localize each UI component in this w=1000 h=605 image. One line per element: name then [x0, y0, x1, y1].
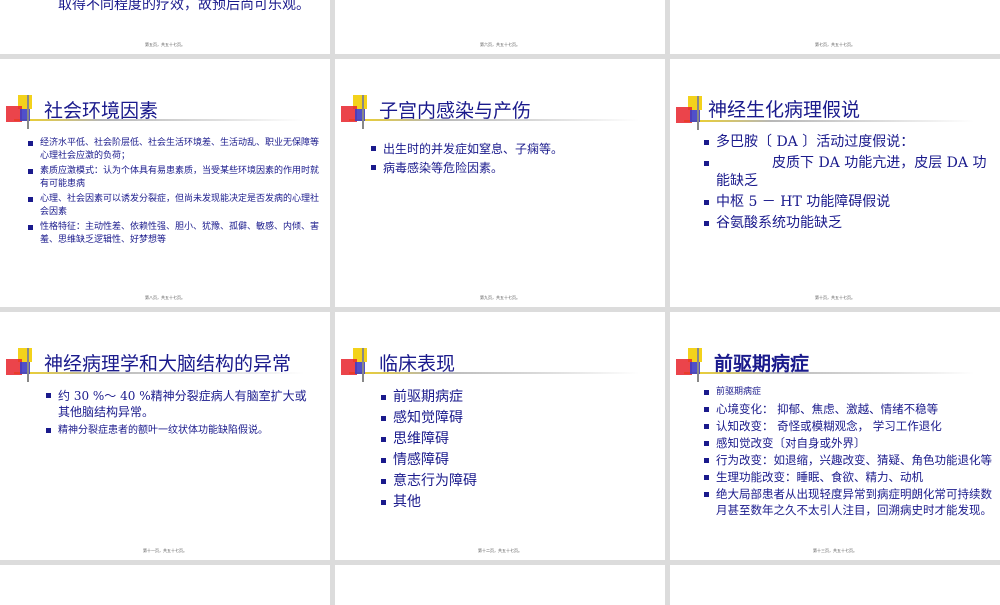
slide-footer: 第六页，共五十七页。 [480, 42, 520, 47]
bullet-item: 认知改变： 奇怪或模糊观念， 学习工作退化 [704, 418, 994, 434]
slide-5: 取得不同程度的疗效，故预后尚可乐观。 第五页，共五十七页。 [0, 0, 330, 54]
bullet-item: 经济水平低、社会阶层低、社会生活环境差、生活动乱、职业无保障等心理社会应激的负荷… [28, 137, 326, 163]
bullet-item: 感知觉障碍 [381, 409, 651, 427]
slide-title: 临床表现 [379, 353, 456, 375]
slide-footer: 第十二页，共五十七页。 [478, 548, 522, 553]
bullet-item: 出生时的并发症如窒息、子痫等。 [371, 141, 656, 157]
bullet-item: 性格特征：主动性差、依赖性强、胆小、犹豫、孤僻、敏感、内倾、害羞、思维缺乏逻辑性… [28, 221, 326, 247]
bullet-item: 感知觉改变〔对自身或外界〕 [704, 435, 994, 451]
slide-7: 第七页，共五十七页。 [670, 0, 1000, 54]
bullet-item: 素质应激模式：认为个体具有易患素质，当受某些环境因素的作用时就有可能患病 [28, 165, 326, 191]
bullet-item: 心理、社会因素可以诱发分裂症，但尚未发现能决定是否发病的心理社会因素 [28, 193, 326, 219]
bullet-item: 其他 [381, 493, 651, 511]
bullet-list: 出生时的并发症如窒息、子痫等。 病毒感染等危险因素。 [371, 141, 656, 179]
slide-logo-icon [4, 348, 304, 382]
bullet-list: 约 30 %～ 40 %精神分裂症病人有脑室扩大或其他脑结构异常。 精神分裂症患… [46, 388, 316, 442]
bullet-item: 约 30 %～ 40 %精神分裂症病人有脑室扩大或其他脑结构异常。 [46, 388, 316, 420]
slide-title: 神经生化病理假说 [708, 99, 861, 121]
bullet-item: 行为改变：如退缩，兴趣改变、猜疑、角色功能退化等 [704, 452, 994, 468]
bullet-item: 病毒感染等危险因素。 [371, 160, 656, 176]
bullet-item: 精神分裂症患者的额叶一纹状体功能缺陷假说。 [46, 423, 316, 439]
slide-footer: 第七页，共五十七页。 [815, 42, 855, 47]
bullet-item: 绝大局部患者从出现轻度异常到病症明朗化常可持续数月甚至数年之久不太引人注目，回溯… [704, 486, 994, 518]
slide-footer: 第十一页，共五十七页。 [143, 548, 187, 553]
slide-13: 前驱期病症 前驱期病症 心境变化： 抑郁、焦虑、激越、情绪不稳等 认知改变： 奇… [670, 312, 1000, 560]
slide-11: 神经病理学和大脑结构的异常 约 30 %～ 40 %精神分裂症病人有脑室扩大或其… [0, 312, 330, 560]
bullet-item: 前驱期病症 [381, 388, 651, 406]
bullet-item: 心境变化： 抑郁、焦虑、激越、情绪不稳等 [704, 401, 994, 417]
bullet-item: 情感障碍 [381, 451, 651, 469]
slide-9: 子宫内感染与产伤 出生时的并发症如窒息、子痫等。 病毒感染等危险因素。 第九页，… [335, 59, 665, 307]
slide-14 [0, 565, 330, 605]
bullet-list: 前驱期病症 心境变化： 抑郁、焦虑、激越、情绪不稳等 认知改变： 奇怪或模糊观念… [704, 384, 994, 519]
slide-title: 神经病理学和大脑结构的异常 [44, 353, 292, 375]
slide-footer: 第九页，共五十七页。 [480, 295, 520, 300]
slide-footer: 第五页，共五十七页。 [145, 42, 185, 47]
bullet-list: 多巴胺〔 DA 〕活动过度假说： 皮质下 DA 功能亢进，皮层 DA 功能缺乏 … [704, 133, 994, 235]
bullet-item: 多巴胺〔 DA 〕活动过度假说： [704, 133, 994, 151]
bullet-item: 思维障碍 [381, 430, 651, 448]
slide-12: 临床表现 前驱期病症 感知觉障碍 思维障碍 情感障碍 意志行为障碍 其他 第十二… [335, 312, 665, 560]
slide-logo-icon [339, 95, 639, 129]
bullet-item: 谷氨酸系统功能缺乏 [704, 214, 994, 232]
slide-logo-icon [339, 348, 639, 382]
slide-logo-icon [674, 348, 974, 382]
slide-logo-icon [4, 95, 304, 129]
bullet-item: 意志行为障碍 [381, 472, 651, 490]
slide-8: 社会环境因素 经济水平低、社会阶层低、社会生活环境差、生活动乱、职业无保障等心理… [0, 59, 330, 307]
slide-footer: 第八页，共五十七页。 [145, 295, 185, 300]
slide-6: 第六页，共五十七页。 [335, 0, 665, 54]
slide-16 [670, 565, 1000, 605]
bullet-item: 皮质下 DA 功能亢进，皮层 DA 功能缺乏 [704, 154, 994, 190]
slide-title: 子宫内感染与产伤 [379, 100, 532, 122]
bullet-list: 前驱期病症 感知觉障碍 思维障碍 情感障碍 意志行为障碍 其他 [381, 388, 651, 514]
slide-footer: 第十页，共五十七页。 [815, 295, 855, 300]
slide-10: 神经生化病理假说 多巴胺〔 DA 〕活动过度假说： 皮质下 DA 功能亢进，皮层… [670, 59, 1000, 307]
slide-15 [335, 565, 665, 605]
bullet-item: 前驱期病症 [704, 384, 994, 400]
slide-title: 前驱期病症 [714, 353, 810, 375]
slide-title: 社会环境因素 [44, 100, 159, 122]
bullet-item: 中枢 5 － HT 功能障碍假说 [704, 193, 994, 211]
slide-footer: 第十三页，共五十七页。 [813, 548, 857, 553]
slide-text: 取得不同程度的疗效，故预后尚可乐观。 [58, 0, 310, 13]
bullet-item: 生理功能改变：睡眠、食欲、精力、动机 [704, 469, 994, 485]
bullet-list: 经济水平低、社会阶层低、社会生活环境差、生活动乱、职业无保障等心理社会应激的负荷… [28, 137, 326, 249]
